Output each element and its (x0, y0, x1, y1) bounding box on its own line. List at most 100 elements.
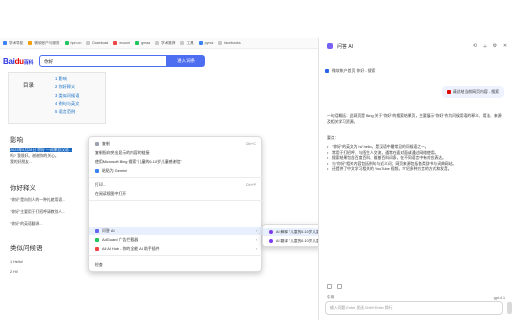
new-chat-icon[interactable]: ＋ (481, 42, 489, 50)
answer-points: "你好"的英文为 hi/ hello，是汉语中最常见的问候语之一。 常用于打招呼… (327, 145, 505, 173)
qa-ai-panel: 问答 AI ⟲ ＋ ⚙ ✕ 微软帐户首页 你好 - 搜索 请总结当前网页内容 -… (318, 38, 512, 320)
chevron-right-icon: › (255, 228, 257, 234)
quote-toggle[interactable]: 引用 (327, 295, 334, 300)
selected-text[interactable]: 2023年5月28日 你好 一词来自汉语... (10, 148, 72, 152)
adguard-icon (95, 237, 99, 242)
bookmark-label: pynoi (204, 41, 214, 45)
ai-icon (269, 239, 273, 243)
qa-ai-logo-icon (327, 43, 333, 49)
copy-icon (95, 141, 99, 146)
bookmark-label: Download (92, 41, 109, 45)
bookmark-favicon-icon (28, 41, 33, 45)
bookmark-label: gmaa (141, 41, 151, 45)
bookmark-item[interactable]: pynoi (198, 41, 214, 45)
answer-intro: 一句话概括：此网页是 Bing 关于"你好"的搜索结果页，主要展示"你好"作为问… (327, 114, 502, 124)
bookmark-item[interactable]: gmaa (135, 41, 150, 45)
settings-icon[interactable]: ⚙ (491, 42, 499, 50)
gemini-icon (95, 168, 99, 173)
bookmark-item[interactable]: ecoum (113, 41, 130, 45)
answer-heading: 要点： (327, 136, 339, 140)
tab-title: 微软帐户首页 你好 - 搜索 (332, 67, 376, 73)
bookmark-favicon-icon (198, 41, 203, 45)
bookmark-favicon-icon (3, 41, 7, 45)
bookmark-favicon-icon (155, 41, 160, 45)
model-selector[interactable]: gpt-4.1 (494, 296, 505, 300)
answer-actions (327, 284, 342, 289)
bookmark-favicon-icon (86, 41, 91, 45)
bookmark-label: ecoum (119, 41, 131, 45)
menu-item-qa-ai[interactable]: 问答 AI › (89, 227, 263, 235)
close-icon[interactable]: ✕ (501, 42, 509, 50)
bookmark-label: 微软帐户与服务 (34, 40, 60, 45)
toc-item[interactable]: 5 语言范例 (55, 108, 79, 116)
chevron-right-icon: › (255, 246, 257, 252)
search-header: Baidu百科 你好 进入词条 (0, 52, 318, 70)
toc-title: 目录 (23, 83, 35, 89)
bookmark-label: 学术推荐 (161, 40, 176, 45)
bookmark-item[interactable]: 学术推荐 (155, 41, 175, 46)
bookmark-label: facebooks (224, 41, 241, 45)
history-icon[interactable]: ⟲ (471, 42, 479, 50)
current-tab-indicator[interactable]: 微软帐户首页 你好 - 搜索 (325, 66, 505, 75)
bookmark-label: hpn.cn (70, 41, 82, 45)
answer-point: 还提供了中文学习相关的 YouTube 视频，介绍多种方言的方式和发音。 (327, 167, 505, 173)
search-input[interactable]: 你好 (39, 55, 168, 67)
bookmark-favicon-icon (113, 41, 118, 45)
page-favicon-icon (446, 90, 451, 94)
menu-item-copy-link[interactable]: 复制指向突出显示的内容的链接 (89, 149, 263, 157)
menu-item-copy[interactable]: 复制 Ctrl+C (89, 140, 263, 148)
all-ai-hub-icon (95, 246, 99, 251)
bookmark-favicon-icon (218, 41, 223, 45)
meaning-text: "你好"是向别人的一种礼貌用语... (10, 198, 66, 202)
input-toolbar: 引用 gpt-4.1 (327, 295, 505, 300)
page-favicon-icon (325, 68, 329, 73)
menu-item-inspect[interactable]: 检查 (89, 261, 263, 269)
toc-item[interactable]: 2 你好释义 (55, 83, 79, 91)
bookmark-favicon-icon (64, 41, 69, 45)
toc-item[interactable]: 3 类似问候语 (55, 92, 79, 100)
bookmark-favicon-icon (180, 41, 185, 45)
menu-item-gemini[interactable]: 粘贴为 Gemini (89, 167, 263, 175)
table-of-contents: 目录 1 影响 2 你好释义 3 类似问候语 4 例句与英文 5 语言范例 (8, 72, 106, 124)
menu-separator (89, 255, 263, 256)
bookmark-favicon-icon (135, 41, 140, 45)
menu-separator (89, 200, 263, 201)
bookmark-item[interactable]: hpn.cn (64, 41, 82, 45)
bookmark-item[interactable]: 工具 (180, 40, 194, 46)
chat-input[interactable]: 输入问题,Enter 发送,Shift+Enter 换行 (325, 301, 503, 315)
influence-text: 吗? 我很好。谢谢你的关心。 (10, 154, 59, 158)
toc-item[interactable]: 1 影响 (55, 75, 79, 83)
similar-item: 1 Hello! (10, 260, 23, 264)
toc-list: 1 影响 2 你好释义 3 类似问候语 4 例句与英文 5 语言范例 (55, 75, 79, 116)
similar-item: 2 Hi! (10, 270, 18, 274)
meaning-text: "你好"主要用于打招呼请教别人... (10, 210, 66, 214)
baidu-logo[interactable]: Baidu百科 (3, 57, 33, 66)
enter-entry-button[interactable]: 进入词条 (167, 55, 206, 67)
menu-item-all-ai-hub[interactable]: All AI Hub - 你的全能 AI 助手插件 › (89, 245, 263, 253)
qa-ai-icon (95, 228, 99, 233)
menu-item-reading-view[interactable]: 在阅读视图中打开 (89, 190, 263, 198)
context-menu: 复制 Ctrl+C 复制指向突出显示的内容的链接 使用Microsoft Bing… (88, 136, 263, 272)
ai-icon (269, 230, 273, 234)
bookmark-item[interactable]: facebooks (218, 41, 241, 45)
bookmark-item[interactable]: Download (86, 41, 108, 45)
toc-item[interactable]: 4 例句与英文 (55, 100, 79, 108)
bookmarks-bar: 学术导航 微软帐户与服务 hpn.cn Download ecoum gmaa 学术推荐 工具… (0, 38, 318, 49)
send-button[interactable] (507, 302, 512, 314)
bookmark-label: 工具 (186, 40, 194, 45)
chevron-right-icon: › (255, 237, 257, 243)
refresh-icon[interactable] (337, 284, 342, 289)
menu-item-bing-search[interactable]: 使用Microsoft Bing 搜索"儿童的6-10岁儿童感谢信" (89, 158, 263, 166)
bookmark-item[interactable]: 学术导航 (3, 41, 23, 46)
bookmark-item[interactable]: 微软帐户与服务 (28, 40, 60, 46)
menu-item-adguard[interactable]: AdGuard 广告拦截器 › (89, 236, 263, 244)
section-heading-meaning: 你好释义 (10, 185, 36, 192)
user-message: 请总结当前网页内容 - 搜索 (441, 86, 504, 98)
panel-title: 问答 AI (337, 43, 354, 50)
bookmark-label: 学术导航 (9, 40, 24, 45)
copy-icon[interactable] (327, 284, 332, 289)
menu-item-print[interactable]: 打印... Ctrl+P (89, 181, 263, 189)
menu-separator (89, 177, 263, 178)
meaning-text: "你好"的英语翻译... (10, 222, 43, 226)
panel-header: 问答 AI ⟲ ＋ ⚙ ✕ (319, 38, 512, 54)
